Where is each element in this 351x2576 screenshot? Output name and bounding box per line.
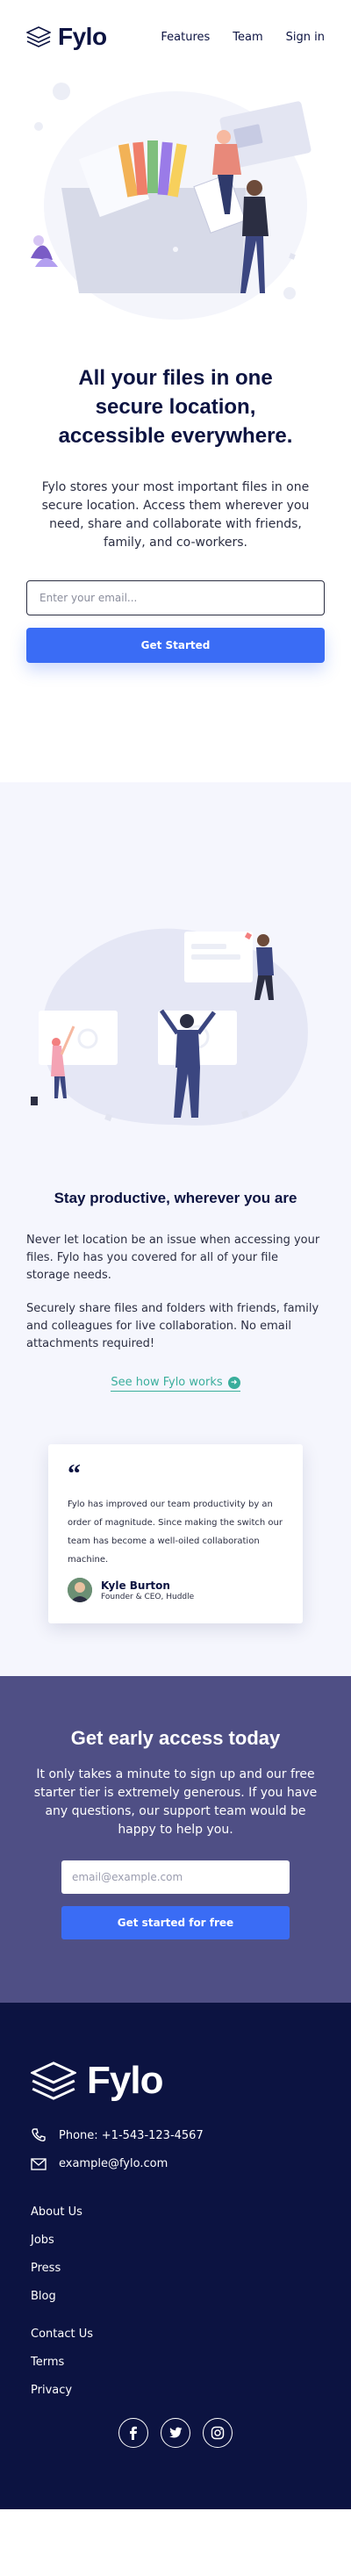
main-nav: Features Team Sign in — [161, 31, 325, 44]
early-access-description: It only takes a minute to sign up and ou… — [33, 1767, 318, 1837]
layers-logo-icon — [31, 2062, 76, 2100]
author-name: Kyle Burton — [101, 1579, 170, 1592]
testimonial-card: “ Fylo has improved our team productivit… — [48, 1444, 303, 1623]
productive-title: Stay productive, wherever you are — [54, 1190, 297, 1206]
footer-link-about[interactable]: About Us — [31, 2205, 320, 2219]
early-access-title: Get early access today — [70, 1727, 281, 1749]
footer-link-jobs[interactable]: Jobs — [31, 2234, 320, 2247]
footer-brand-logo[interactable]: Fylo — [31, 2059, 320, 2103]
productive-paragraph-1: Never let location be an issue when acce… — [26, 1234, 320, 1282]
site-header: Fylo Features Team Sign in — [0, 0, 351, 74]
phone-icon — [32, 2128, 46, 2142]
avatar — [68, 1578, 92, 1602]
brand-logo[interactable]: Fylo — [26, 23, 107, 51]
brand-name: Fylo — [58, 23, 107, 50]
footer-links-group-2: Contact Us Terms Privacy — [31, 2328, 320, 2397]
hero-section: All your files in one secure location, a… — [0, 74, 351, 663]
quote-icon: “ — [68, 1459, 81, 1488]
facebook-link[interactable] — [118, 2418, 148, 2448]
productive-illustration — [31, 928, 308, 1126]
see-how-link-label: See how Fylo works — [111, 1376, 223, 1389]
get-started-free-button[interactable]: Get started for free — [61, 1906, 290, 1939]
hero-title: All your files in one secure location, a… — [58, 366, 293, 448]
mail-icon — [31, 2157, 47, 2170]
productive-section: Stay productive, wherever you are Never … — [0, 782, 351, 1676]
early-access-email-input[interactable] — [61, 1860, 290, 1894]
site-footer: Fylo Phone: +1-543-123-4567 example@fylo… — [0, 2003, 351, 2509]
footer-link-blog[interactable]: Blog — [31, 2290, 320, 2303]
author-role: Founder & CEO, Huddle — [101, 1592, 195, 1601]
avatar-image — [68, 1578, 92, 1602]
hero-description: Fylo stores your most important files in… — [41, 480, 310, 550]
hero-email-input[interactable] — [26, 580, 325, 615]
footer-email-text: example@fylo.com — [59, 2157, 168, 2170]
footer-link-press[interactable]: Press — [31, 2262, 320, 2275]
testimonial-author: Kyle Burton Founder & CEO, Huddle — [68, 1578, 283, 1602]
instagram-icon — [211, 2426, 225, 2440]
arrow-right-icon: ➜ — [227, 1376, 240, 1389]
testimonial-quote: Fylo has improved our team productivity … — [68, 1500, 283, 1565]
twitter-link[interactable] — [161, 2418, 190, 2448]
footer-link-terms[interactable]: Terms — [31, 2356, 320, 2369]
instagram-link[interactable] — [203, 2418, 233, 2448]
twitter-icon — [169, 2427, 183, 2438]
footer-phone-text: Phone: +1-543-123-4567 — [59, 2128, 204, 2142]
nav-sign-in[interactable]: Sign in — [286, 31, 325, 44]
hero-illustration — [31, 83, 312, 320]
footer-links-group-1: About Us Jobs Press Blog — [31, 2205, 320, 2303]
footer-brand-name: Fylo — [87, 2059, 163, 2102]
footer-link-contact[interactable]: Contact Us — [31, 2328, 320, 2341]
nav-team[interactable]: Team — [233, 31, 262, 44]
productive-paragraph-2: Securely share files and folders with fr… — [26, 1302, 319, 1350]
footer-email: example@fylo.com — [31, 2157, 320, 2170]
layers-logo-icon — [26, 26, 51, 47]
facebook-icon — [130, 2426, 137, 2440]
get-started-button[interactable]: Get Started — [26, 628, 325, 663]
see-how-link[interactable]: See how Fylo works ➜ — [111, 1376, 240, 1392]
footer-link-privacy[interactable]: Privacy — [31, 2384, 320, 2397]
social-links — [31, 2418, 320, 2448]
nav-features[interactable]: Features — [161, 31, 210, 44]
footer-phone: Phone: +1-543-123-4567 — [31, 2127, 320, 2143]
early-access-section: Get early access today It only takes a m… — [0, 1676, 351, 2003]
